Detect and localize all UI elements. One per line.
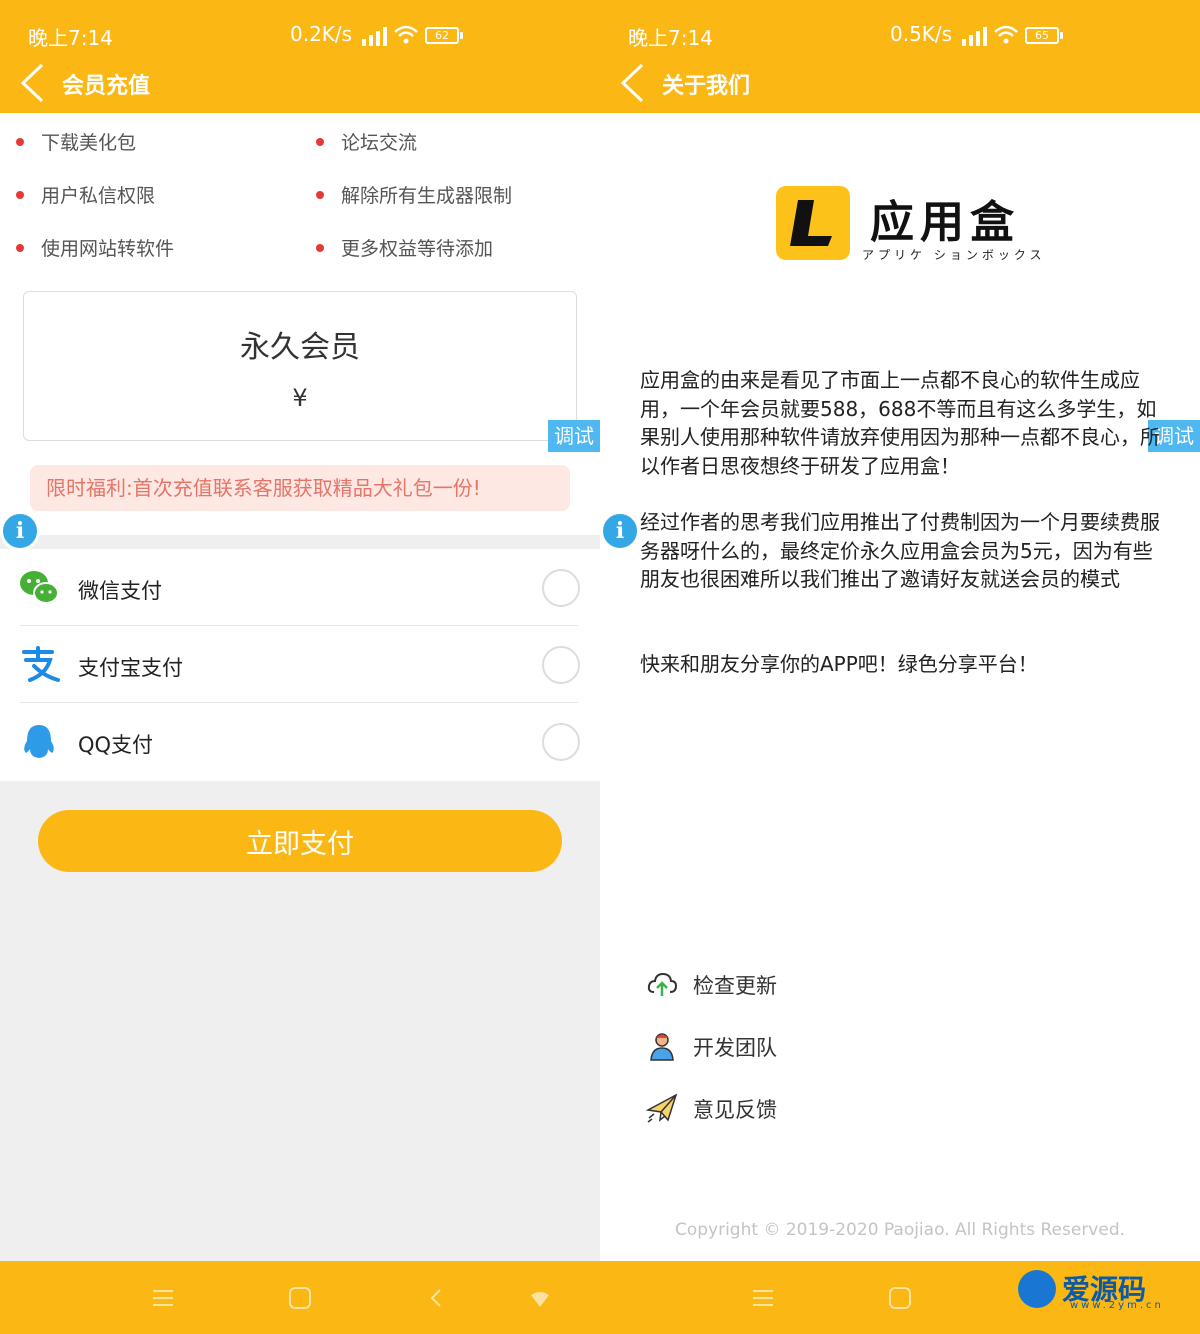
menu-label: 意见反馈	[693, 1098, 777, 1122]
status-network-speed: 0.2K/s	[290, 22, 353, 46]
pay-now-button[interactable]: 立即支付	[38, 810, 562, 872]
cloud-upload-icon	[647, 972, 678, 996]
plan-section: 永久会员 ¥ 限时福利:首次充值联系客服获取精品大礼包一份!	[0, 285, 600, 535]
assistant-icon[interactable]	[527, 1285, 553, 1311]
payment-option-alipay[interactable]: 支付宝支付	[0, 626, 600, 703]
about-screen: 晚上7:14 0.5K/s 65 关于我们 应用盒 アプリケ ションボックス 调…	[600, 0, 1200, 1334]
radio-button[interactable]	[542, 646, 580, 684]
app-name: 应用盒	[870, 197, 1020, 248]
feedback-item[interactable]: 意见反馈	[646, 1088, 946, 1128]
member-perks: 下载美化包 论坛交流 用户私信权限 解除所有生成器限制 使用网站转软件 更多权益…	[0, 113, 600, 285]
app-bar: 晚上7:14 0.5K/s 65 关于我们	[600, 0, 1200, 113]
payment-option-wechat[interactable]: 微信支付	[0, 549, 600, 626]
plan-name: 永久会员	[240, 330, 360, 365]
system-nav-bar	[0, 1261, 600, 1334]
payment-option-qq[interactable]: QQ支付	[0, 703, 600, 780]
app-logo	[776, 186, 850, 260]
perk-item: 使用网站转软件	[15, 234, 174, 261]
battery-icon: 65	[1025, 27, 1063, 44]
debug-button[interactable]: 调试	[548, 420, 600, 452]
battery-icon: 62	[425, 27, 463, 44]
qq-icon	[24, 725, 54, 758]
wifi-icon	[994, 25, 1018, 44]
team-icon	[650, 1033, 674, 1061]
back-icon[interactable]	[424, 1285, 450, 1311]
dev-team-item[interactable]: 开发团队	[646, 1026, 946, 1066]
plan-card[interactable]: 永久会员 ¥	[23, 291, 577, 441]
signal-icon	[362, 27, 387, 46]
signal-icon	[962, 27, 987, 46]
payment-method-list: 微信支付 支付宝支付 QQ支付	[0, 549, 600, 781]
status-time: 晚上7:14	[628, 26, 713, 50]
back-arrow-icon[interactable]	[618, 62, 646, 104]
menu-icon[interactable]	[750, 1285, 776, 1311]
home-icon[interactable]	[287, 1285, 313, 1311]
copyright-text: Copyright © 2019-2020 Paojiao. All Right…	[674, 1220, 1126, 1240]
home-icon[interactable]	[887, 1285, 913, 1311]
logo-letter-icon	[790, 200, 832, 246]
menu-icon[interactable]	[150, 1285, 176, 1311]
promo-notice: 限时福利:首次充值联系客服获取精品大礼包一份!	[30, 465, 570, 511]
recharge-screen: 晚上7:14 0.2K/s 62 会员充值 下载美化包 论坛交流 用户私信权限 …	[0, 0, 600, 1334]
about-paragraph: 快来和朋友分享你的APP吧！绿色分享平台！	[640, 652, 1038, 676]
page-title: 关于我们	[662, 74, 751, 99]
info-float-icon[interactable]: i	[600, 511, 640, 551]
wifi-icon	[394, 25, 418, 44]
perk-item: 论坛交流	[315, 128, 417, 155]
payment-label: QQ支付	[78, 733, 154, 757]
app-name-katakana: アプリケ ションボックス	[862, 248, 1046, 262]
menu-label: 检查更新	[693, 974, 777, 998]
app-bar: 晚上7:14 0.2K/s 62 会员充值	[0, 0, 600, 113]
info-float-icon[interactable]: i	[0, 511, 40, 551]
status-time: 晚上7:14	[28, 26, 113, 50]
about-paragraph: 应用盒的由来是看见了市面上一点都不良心的软件生成应用，一个年会员就要588，68…	[640, 368, 1160, 478]
status-network-speed: 0.5K/s	[890, 22, 953, 46]
radio-button[interactable]	[542, 569, 580, 607]
perk-item: 更多权益等待添加	[315, 234, 493, 261]
radio-button[interactable]	[542, 723, 580, 761]
wechat-icon	[20, 571, 59, 604]
paper-plane-icon	[646, 1093, 678, 1123]
payment-label: 支付宝支付	[78, 656, 183, 680]
plan-price: ¥	[292, 384, 308, 412]
watermark-logo-icon	[1018, 1270, 1056, 1308]
page-title: 会员充值	[62, 74, 151, 99]
perk-item: 用户私信权限	[15, 181, 155, 208]
menu-label: 开发团队	[693, 1036, 777, 1060]
watermark-url: www.2ym.cn	[1070, 1300, 1164, 1311]
about-paragraph: 经过作者的思考我们应用推出了付费制因为一个月要续费服务器呀什么的，最终定价永久应…	[640, 510, 1160, 591]
check-update-item[interactable]: 检查更新	[646, 964, 946, 1004]
payment-label: 微信支付	[78, 579, 162, 603]
alipay-icon	[22, 646, 60, 682]
perk-item: 下载美化包	[15, 128, 136, 155]
back-arrow-icon[interactable]	[18, 62, 46, 104]
perk-item: 解除所有生成器限制	[315, 181, 512, 208]
